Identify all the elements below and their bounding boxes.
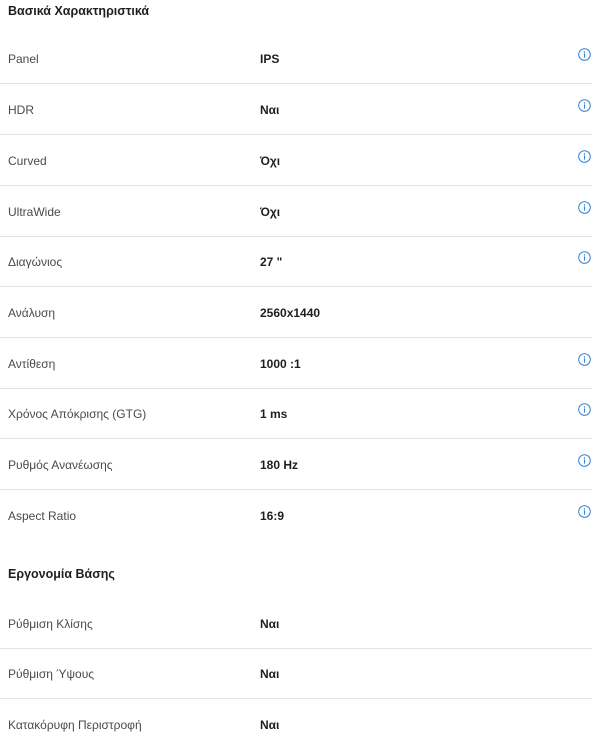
spec-label: Ρύθμιση Κλίσης <box>8 616 93 631</box>
spec-row-aspect-ratio: Aspect Ratio 16:9 <box>0 491 592 541</box>
spec-label: Panel <box>8 51 39 66</box>
spec-row-tilt: Ρύθμιση Κλίσης Ναι <box>0 599 592 649</box>
spec-row-refresh-rate: Ρυθμός Ανανέωσης 180 Hz <box>0 440 592 490</box>
info-icon[interactable] <box>578 150 591 163</box>
spec-value: 27 " <box>260 254 283 269</box>
spec-row-contrast: Αντίθεση 1000 :1 <box>0 339 592 389</box>
spec-value: 1 ms <box>260 406 288 421</box>
info-icon[interactable] <box>578 353 591 366</box>
spec-label: Ρύθμιση Ύψους <box>8 666 95 681</box>
spec-label: Χρόνος Απόκρισης (GTG) <box>8 406 147 421</box>
spec-row-diagonal: Διαγώνιος 27 " <box>0 237 592 287</box>
spec-row-hdr: HDR Ναι <box>0 85 592 135</box>
spec-label: Αντίθεση <box>8 356 56 371</box>
spec-value: Όχι <box>260 153 281 168</box>
spec-value: Ναι <box>260 616 280 631</box>
info-icon[interactable] <box>578 251 591 264</box>
info-icon[interactable] <box>578 48 591 61</box>
section-title-stand-ergonomics: Εργονομία Βάσης <box>8 567 115 581</box>
spec-row-ultrawide: UltraWide Όχι <box>0 187 592 237</box>
spec-row-resolution: Ανάλυση 2560x1440 <box>0 288 592 338</box>
info-icon[interactable] <box>578 99 591 112</box>
spec-label: Curved <box>8 153 47 168</box>
info-icon[interactable] <box>578 403 591 416</box>
spec-value: Ναι <box>260 718 280 732</box>
spec-value: 180 Hz <box>260 457 299 472</box>
info-icon[interactable] <box>578 201 591 214</box>
spec-row-curved: Curved Όχι <box>0 136 592 186</box>
spec-value: Ναι <box>260 102 280 117</box>
section-title-basic-features: Βασικά Χαρακτηριστικά <box>8 4 150 18</box>
spec-label: Κατακόρυφη Περιστροφή <box>8 718 142 732</box>
spec-row-height-adjust: Ρύθμιση Ύψους Ναι <box>0 649 592 699</box>
spec-row-pivot: Κατακόρυφη Περιστροφή Ναι <box>0 700 592 750</box>
spec-value: 2560x1440 <box>260 305 321 320</box>
spec-value: 16:9 <box>260 509 285 523</box>
spec-value: IPS <box>260 51 280 66</box>
spec-value: Όχι <box>260 204 281 219</box>
spec-label: Aspect Ratio <box>8 509 77 523</box>
spec-label: Διαγώνιος <box>8 254 63 269</box>
spec-value: 1000 :1 <box>260 356 301 371</box>
info-icon[interactable] <box>578 505 591 518</box>
info-icon[interactable] <box>578 454 591 467</box>
spec-row-response-time: Χρόνος Απόκρισης (GTG) 1 ms <box>0 389 592 439</box>
spec-value: Ναι <box>260 666 280 681</box>
spec-label: Ρυθμός Ανανέωσης <box>8 457 113 472</box>
spec-label: UltraWide <box>8 204 61 219</box>
spec-row-panel: Panel IPS <box>0 34 592 84</box>
spec-label: HDR <box>8 102 34 117</box>
spec-label: Ανάλυση <box>8 305 56 320</box>
